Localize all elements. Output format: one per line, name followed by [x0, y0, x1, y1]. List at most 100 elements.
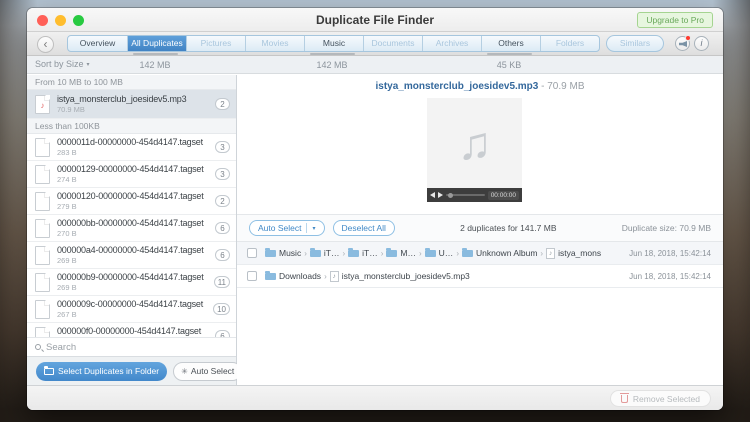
remove-selected-button[interactable]: Remove Selected — [610, 390, 711, 407]
remove-selected-label: Remove Selected — [633, 394, 700, 404]
chevron-down-icon: ▾ — [312, 225, 315, 232]
search-icon — [35, 344, 41, 350]
sidebar-actions: Select Duplicates in Folder ✳ Auto Selec… — [27, 356, 236, 385]
seek-bar[interactable] — [446, 194, 485, 196]
count-badge: 2 — [215, 98, 230, 110]
tab-all-duplicates[interactable]: All Duplicates — [127, 36, 186, 51]
auto-select-dropdown[interactable]: Auto Select ▾ — [249, 220, 325, 236]
tab-documents[interactable]: Documents — [363, 36, 422, 51]
tab-movies[interactable]: Movies — [245, 36, 304, 51]
category-tabs: OverviewAll DuplicatesPicturesMoviesMusi… — [67, 35, 600, 52]
totals-row: Sort by Size ▾ 142 MB142 MB45 KB — [27, 56, 723, 74]
path-segment[interactable]: Unknown Album — [476, 248, 537, 258]
sidebar-file-item[interactable]: 0000009c-00000000-454d4147.tagset267 B10 — [27, 296, 236, 323]
info-icon[interactable]: i — [694, 36, 709, 51]
volume-icon[interactable] — [430, 192, 435, 198]
file-size: 269 B — [57, 283, 210, 292]
file-name: 000000b9-00000000-454d4147.tagset — [57, 272, 210, 282]
file-size: 279 B — [57, 202, 211, 211]
path-segment[interactable]: iT… — [362, 248, 378, 258]
seek-knob[interactable] — [448, 193, 453, 198]
duplicate-groups-list: From 10 MB to 100 MB♪istya_monsterclub_j… — [27, 75, 236, 337]
file-date: Jun 18, 2018, 15:42:14 — [601, 249, 711, 258]
chevron-right-icon: › — [304, 249, 307, 258]
chevron-right-icon: › — [540, 249, 543, 258]
row-checkbox[interactable] — [247, 271, 257, 281]
path-segment[interactable]: iT… — [324, 248, 340, 258]
player-time: 00:00:00 — [488, 191, 519, 200]
path-segment[interactable]: Downloads — [279, 271, 321, 281]
tab-music[interactable]: Music — [304, 36, 363, 51]
document-icon — [35, 246, 50, 265]
file-name: 0000009c-00000000-454d4147.tagset — [57, 299, 209, 309]
auto-select-icon: ✳ — [181, 367, 188, 376]
folder-check-icon — [44, 368, 54, 375]
document-icon — [35, 273, 50, 292]
sidebar-file-item[interactable]: 000000f0-00000000-454d4147.tagset262 B6 — [27, 323, 236, 337]
document-icon — [35, 165, 50, 184]
notifications-icon[interactable] — [675, 36, 690, 51]
duplicate-file-name[interactable]: istya_monsterclub_joesidev5.mp3 — [558, 248, 601, 258]
sidebar-file-item[interactable]: 000000b9-00000000-454d4147.tagset269 B 11 — [27, 269, 236, 296]
mp3-file-icon: ♪ — [35, 95, 50, 114]
auto-select-label: Auto Select — [191, 366, 234, 376]
selected-file-title: istya_monsterclub_joesidev5.mp3 - 70.9 M… — [237, 75, 723, 95]
upgrade-to-pro-button[interactable]: Upgrade to Pro — [637, 12, 713, 28]
duplicate-row[interactable]: Downloads›♪istya_monsterclub_joesidev5.m… — [237, 265, 723, 288]
size-total: 142 MB — [115, 60, 195, 70]
auto-select-dropdown-label: Auto Select — [258, 223, 301, 233]
folder-icon — [310, 250, 321, 257]
tab-archives[interactable]: Archives — [422, 36, 481, 51]
sidebar-file-item[interactable]: 00000120-00000000-454d4147.tagset279 B2 — [27, 188, 236, 215]
folder-icon — [462, 250, 473, 257]
music-file-icon: ♪ — [330, 271, 339, 282]
count-badge: 11 — [214, 276, 230, 288]
file-name: 0000011d-00000000-454d4147.tagset — [57, 137, 211, 147]
tab-pictures[interactable]: Pictures — [186, 36, 245, 51]
count-badge: 6 — [215, 249, 230, 261]
duplicate-row[interactable]: Music›iT…›iT…›M…›U…›Unknown Album›♪istya… — [237, 242, 723, 265]
audio-player[interactable]: 00:00:00 — [427, 188, 522, 202]
file-preview: ♫ 00:00:00 — [427, 98, 522, 202]
tab-underline-marker — [310, 53, 355, 55]
file-size: 274 B — [57, 175, 211, 184]
folder-icon — [348, 250, 359, 257]
select-duplicates-label: Select Duplicates in Folder — [58, 366, 159, 376]
duplicate-file-name[interactable]: istya_monsterclub_joesidev5.mp3 — [342, 271, 470, 281]
play-icon[interactable] — [438, 192, 443, 198]
path-segment[interactable]: Music — [279, 248, 301, 258]
tab-folders[interactable]: Folders — [540, 36, 599, 51]
search-bar — [27, 337, 236, 356]
file-size: 267 B — [57, 310, 209, 319]
music-file-icon: ♪ — [546, 248, 555, 259]
sidebar: From 10 MB to 100 MB♪istya_monsterclub_j… — [27, 75, 237, 385]
deselect-all-button[interactable]: Deselect All — [333, 220, 395, 236]
file-path-breadcrumb: Downloads›♪istya_monsterclub_joesidev5.m… — [265, 271, 601, 282]
back-button[interactable]: ‹ — [37, 36, 54, 53]
file-name: 000000bb-00000000-454d4147.tagset — [57, 218, 211, 228]
tab-bar: ‹ OverviewAll DuplicatesPicturesMoviesMu… — [27, 32, 723, 56]
chevron-right-icon: › — [419, 249, 422, 258]
sidebar-file-item[interactable]: 000000bb-00000000-454d4147.tagset270 B6 — [27, 215, 236, 242]
count-badge: 6 — [215, 330, 230, 337]
duplicate-size-label: Duplicate size: 70.9 MB — [622, 223, 711, 233]
sort-by-size-dropdown[interactable]: Sort by Size ▾ — [35, 59, 90, 69]
tab-overview[interactable]: Overview — [68, 36, 127, 51]
document-icon — [35, 300, 50, 319]
sidebar-file-item[interactable]: ♪istya_monsterclub_joesidev5.mp370.9 MB2 — [27, 90, 236, 119]
row-checkbox[interactable] — [247, 248, 257, 258]
select-duplicates-in-folder-button[interactable]: Select Duplicates in Folder — [36, 362, 167, 381]
document-icon — [35, 327, 50, 338]
tab-others[interactable]: Others — [481, 36, 540, 51]
file-title-size: - 70.9 MB — [538, 81, 584, 92]
path-segment[interactable]: U… — [439, 248, 454, 258]
sidebar-file-item[interactable]: 00000129-00000000-454d4147.tagset274 B3 — [27, 161, 236, 188]
chevron-right-icon: › — [324, 272, 327, 281]
search-input[interactable] — [46, 342, 196, 353]
sidebar-file-item[interactable]: 000000a4-00000000-454d4147.tagset269 B6 — [27, 242, 236, 269]
auto-select-button-sidebar[interactable]: ✳ Auto Select — [173, 362, 242, 381]
tab-similars[interactable]: Similars — [606, 35, 664, 52]
sidebar-file-item[interactable]: 0000011d-00000000-454d4147.tagset283 B3 — [27, 134, 236, 161]
file-name: istya_monsterclub_joesidev5.mp3 — [57, 94, 211, 104]
path-segment[interactable]: M… — [400, 248, 416, 258]
